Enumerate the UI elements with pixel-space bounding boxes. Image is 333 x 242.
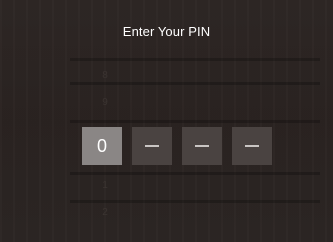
pin-input-row: 0: [82, 127, 272, 165]
background-shelf: [70, 200, 320, 203]
pin-entry-screen: Enter Your PIN 8 9 0 1 2: [0, 0, 333, 242]
background-shelf: [70, 58, 320, 61]
pin-digit-2[interactable]: [132, 127, 172, 165]
digit-wheel-option[interactable]: 1: [80, 180, 130, 191]
empty-digit-dash: [245, 145, 259, 147]
pin-digit-3[interactable]: [182, 127, 222, 165]
pin-digit-1[interactable]: 0: [82, 127, 122, 165]
background-shelf: [70, 120, 320, 123]
pin-digit-value: 0: [96, 135, 107, 156]
pin-digit-4[interactable]: [232, 127, 272, 165]
digit-wheel-option[interactable]: 2: [80, 207, 130, 218]
digit-wheel-option[interactable]: 9: [80, 97, 130, 108]
background-shelf: [70, 82, 320, 85]
background-shelf: [70, 172, 320, 175]
page-title: Enter Your PIN: [122, 24, 211, 39]
digit-wheel-option[interactable]: 8: [80, 70, 130, 81]
empty-digit-dash: [195, 145, 209, 147]
empty-digit-dash: [145, 145, 159, 147]
